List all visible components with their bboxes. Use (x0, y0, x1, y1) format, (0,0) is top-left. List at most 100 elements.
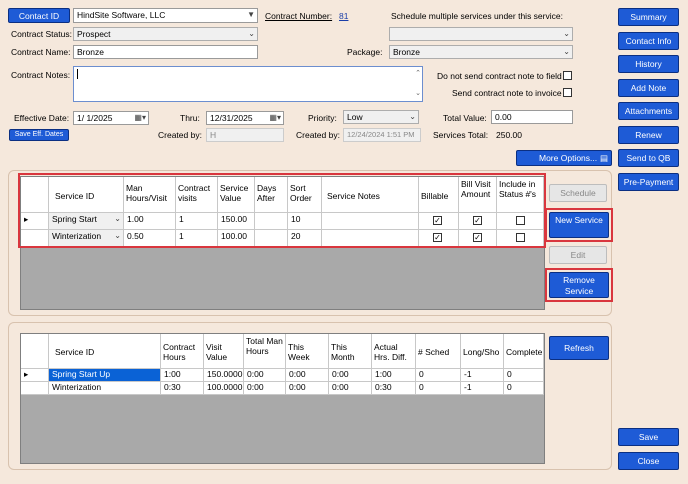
send-to-qb-button[interactable]: Send to QB (618, 149, 679, 167)
created-by-date-label: Created by: (296, 130, 340, 140)
contract-name-label: Contract Name: (11, 47, 71, 57)
sched-cell[interactable]: 0 (416, 382, 461, 395)
remove-service-button[interactable]: Remove Service (549, 272, 609, 298)
chevron-down-icon: ⌄ (248, 29, 255, 38)
priority-select[interactable]: Low ⌄ (343, 110, 419, 124)
customer-name-combo[interactable]: HindSite Software, LLC ▼ (73, 8, 258, 23)
renew-button[interactable]: Renew (618, 126, 679, 144)
send-note-invoice-checkbox[interactable] (563, 88, 572, 97)
attachments-button[interactable]: Attachments (618, 102, 679, 120)
priority-label: Priority: (308, 113, 337, 123)
contract-number-label: Contract Number: (265, 11, 333, 21)
row-selector[interactable] (21, 382, 49, 395)
col-actual-hrs-diff[interactable]: Actual Hrs. Diff. (372, 334, 416, 369)
options-icon: ▤ (599, 153, 608, 163)
visit-value-cell[interactable]: 100.0000 (204, 382, 244, 395)
effective-date-label: Effective Date: (14, 113, 70, 123)
col-this-week[interactable]: This Week (286, 334, 329, 369)
contract-status-label: Contract Status: (11, 29, 72, 39)
table-row[interactable]: Winterization 0:30 100.0000 0:00 0:00 0:… (21, 382, 544, 395)
visit-value-cell[interactable]: 150.0000 (204, 369, 244, 382)
effective-date-picker[interactable]: 1/ 1/2025 ▦▾ (73, 111, 149, 125)
package-label: Package: (347, 47, 383, 57)
do-not-send-note-checkbox[interactable] (563, 71, 572, 80)
contact-id-button[interactable]: Contact ID (8, 8, 70, 23)
contact-info-button[interactable]: Contact Info (618, 32, 679, 50)
contract-hours-cell[interactable]: 0:30 (161, 382, 204, 395)
chevron-down-icon: ▼ (247, 9, 255, 21)
this-week-cell[interactable]: 0:00 (286, 382, 329, 395)
total-man-hours-cell[interactable]: 0:00 (244, 382, 286, 395)
thru-date-picker[interactable]: 12/31/2025 ▦▾ (206, 111, 284, 125)
highlight-box (18, 173, 546, 248)
history-button[interactable]: History (618, 55, 679, 73)
long-short-cell[interactable]: -1 (461, 369, 504, 382)
summary-button[interactable]: Summary (618, 8, 679, 26)
col-contract-hours[interactable]: Contract Hours (161, 334, 204, 369)
save-eff-dates-button[interactable]: Save Eff. Dates (9, 129, 69, 141)
contract-status-value: Prospect (77, 29, 111, 39)
effective-date-value: 1/ 1/2025 (77, 113, 113, 123)
col-long-short[interactable]: Long/Sho (461, 334, 504, 369)
col-service-id[interactable]: Service ID (49, 334, 161, 369)
col-sched[interactable]: # Sched (416, 334, 461, 369)
complete-cell[interactable]: 0 (504, 369, 544, 382)
calendar-icon[interactable]: ▦▾ (134, 112, 146, 124)
created-date-input: 12/24/2024 1:51 PM (343, 128, 421, 142)
chevron-down-icon: ⌄ (409, 112, 416, 121)
long-short-cell[interactable]: -1 (461, 382, 504, 395)
col-visit-value[interactable]: Visit Value (204, 334, 244, 369)
service-id-cell[interactable]: Spring Start Up (49, 369, 161, 382)
contract-hours-cell[interactable]: 1:00 (161, 369, 204, 382)
thru-date-value: 12/31/2025 (210, 113, 253, 123)
services-total-label: Services Total: (433, 130, 489, 140)
created-by-label: Created by: (158, 130, 202, 140)
created-by-input: H (206, 128, 284, 142)
scroll-up-icon[interactable]: ⌃ (415, 68, 421, 80)
col-complete[interactable]: Complete (504, 334, 544, 369)
package-value: Bronze (393, 47, 420, 57)
schedule-button[interactable]: Schedule (549, 184, 607, 202)
complete-cell[interactable]: 0 (504, 382, 544, 395)
row-selector-icon[interactable]: ▸ (21, 369, 49, 382)
refresh-button[interactable]: Refresh (549, 336, 609, 360)
schedule-multiple-label: Schedule multiple services under this se… (391, 11, 563, 21)
summary-grid: Service ID Contract Hours Visit Value To… (20, 333, 545, 464)
contract-number-link[interactable]: 81 (339, 10, 348, 22)
save-button[interactable]: Save (618, 428, 679, 446)
services-total-value: 250.00 (496, 130, 522, 140)
total-value-label: Total Value: (443, 113, 487, 123)
summary-grid-header: Service ID Contract Hours Visit Value To… (21, 334, 544, 369)
customer-name-value: HindSite Software, LLC (77, 10, 166, 20)
edit-button[interactable]: Edit (549, 246, 607, 264)
thru-label: Thru: (180, 113, 200, 123)
this-week-cell[interactable]: 0:00 (286, 369, 329, 382)
actual-hrs-diff-cell[interactable]: 1:00 (372, 369, 416, 382)
schedule-multiple-select[interactable]: ⌄ (389, 27, 573, 41)
service-id-cell[interactable]: Winterization (49, 382, 161, 395)
send-note-invoice-label: Send contract note to invoice (452, 88, 562, 98)
this-month-cell[interactable]: 0:00 (329, 369, 372, 382)
close-button[interactable]: Close (618, 452, 679, 470)
pre-payment-button[interactable]: Pre-Payment (618, 173, 679, 191)
more-options-button[interactable]: More Options... ▤ (516, 150, 612, 166)
col-total-man-hours[interactable]: Total Man Hours (244, 334, 286, 369)
calendar-icon[interactable]: ▦▾ (269, 112, 281, 124)
add-note-button[interactable]: Add Note (618, 79, 679, 97)
package-select[interactable]: Bronze ⌄ (389, 45, 573, 59)
this-month-cell[interactable]: 0:00 (329, 382, 372, 395)
row-header-corner (21, 334, 49, 369)
total-value-input[interactable]: 0.00 (491, 110, 573, 124)
table-row[interactable]: ▸ Spring Start Up 1:00 150.0000 0:00 0:0… (21, 369, 544, 382)
new-service-button[interactable]: New Service (549, 212, 609, 238)
total-man-hours-cell[interactable]: 0:00 (244, 369, 286, 382)
scroll-down-icon[interactable]: ⌄ (415, 88, 421, 100)
actual-hrs-diff-cell[interactable]: 0:30 (372, 382, 416, 395)
contract-notes-textarea[interactable]: ⌃ ⌄ (73, 66, 423, 102)
contract-name-input[interactable]: Bronze (73, 45, 258, 59)
chevron-down-icon: ⌄ (563, 47, 570, 56)
contract-status-select[interactable]: Prospect ⌄ (73, 27, 258, 41)
sched-cell[interactable]: 0 (416, 369, 461, 382)
col-this-month[interactable]: This Month (329, 334, 372, 369)
chevron-down-icon: ⌄ (563, 29, 570, 38)
